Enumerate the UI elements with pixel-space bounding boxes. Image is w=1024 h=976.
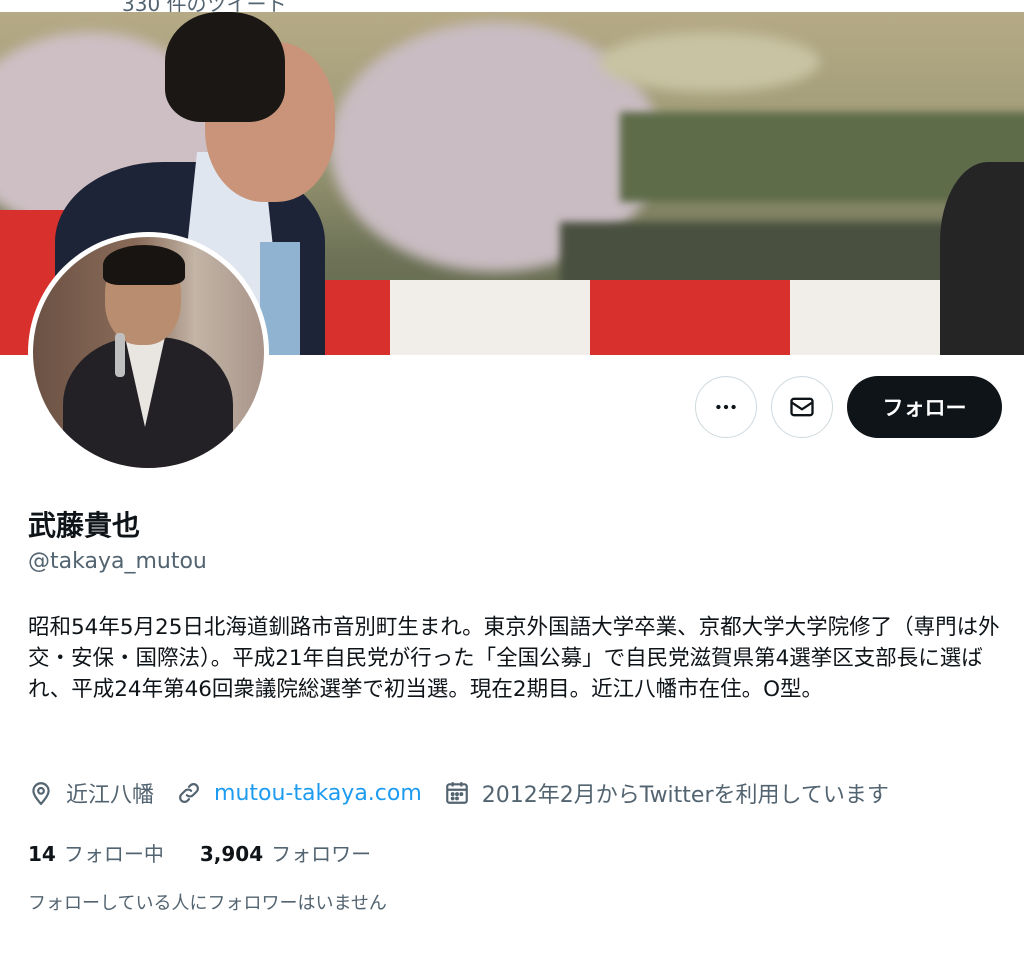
profile-meta: 近江八幡 mutou-takaya.com 2012年2月からTwitterを利… [28,777,911,809]
location-pin-icon [32,782,50,806]
location-text: 近江八幡 [66,783,155,808]
message-button[interactable] [771,376,833,438]
banner-second-person [940,162,1024,355]
profile-handle: @takaya_mutou [28,549,207,574]
website-item: mutou-takaya.com [176,780,422,806]
profile-name: 武藤貴也 [28,509,141,542]
mail-icon [790,397,814,417]
followers-label: フォロワー [271,842,372,866]
following-label: フォロー中 [63,842,164,866]
profile-bio: 昭和54年5月25日北海道釧路市音別町生まれ。東京外国語大学卒業、京都大学大学院… [28,615,1000,702]
profile-actions: フォロー [695,376,1002,438]
tweet-count-strip: 330 件のツイート [0,0,1024,12]
more-button[interactable] [695,376,757,438]
joined-item: 2012年2月からTwitterを利用しています [444,777,889,809]
followers-stat[interactable]: 3,904 フォロワー [200,838,371,867]
following-count: 14 [28,842,56,866]
followers-count: 3,904 [199,842,264,866]
follow-button[interactable]: フォロー [847,376,1002,438]
more-icon [716,404,736,410]
banner-field [600,32,820,92]
location-item: 近江八幡 [28,777,154,809]
follow-stats: 14 フォロー中 3,904 フォロワー [28,838,407,867]
profile-avatar[interactable] [28,232,269,473]
calendar-icon [445,782,468,804]
website-link[interactable]: mutou-takaya.com [214,781,422,806]
link-icon [179,783,199,803]
tweet-count: 330 件のツイート [122,0,287,12]
joined-text: 2012年2月からTwitterを利用しています [481,783,889,808]
followers-you-know: フォローしている人にフォロワーはいません [28,893,387,914]
following-stat[interactable]: 14 フォロー中 [28,838,164,867]
